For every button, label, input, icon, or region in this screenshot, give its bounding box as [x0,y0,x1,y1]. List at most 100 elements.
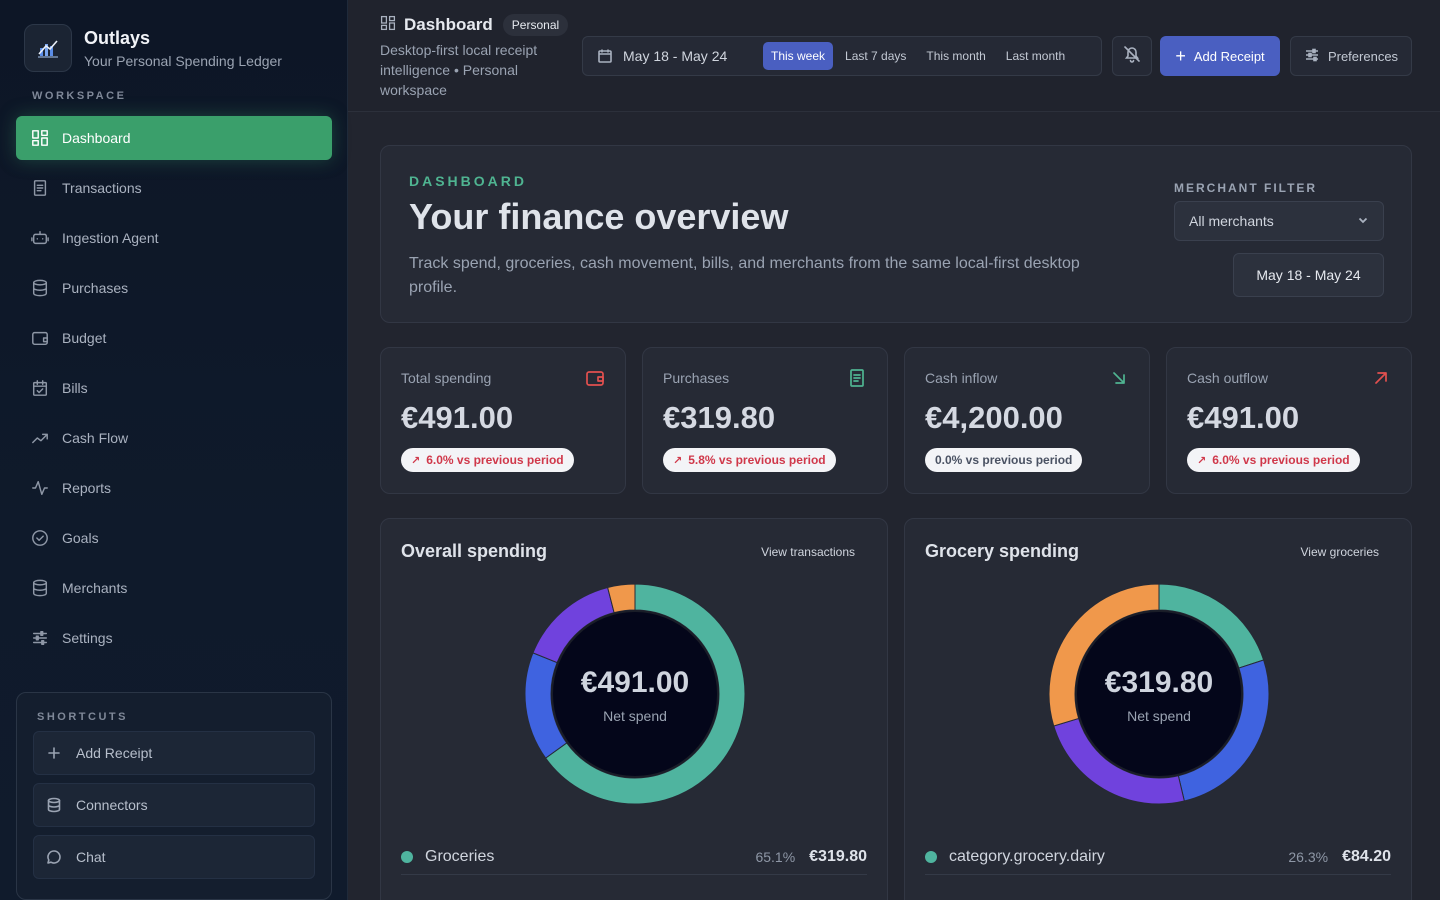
workspace-label: WORKSPACE [32,90,127,102]
sidebar-item-label: Cash Flow [62,430,129,446]
notifications-button[interactable] [1112,36,1152,76]
sidebar-item-goals[interactable]: Goals [16,516,332,560]
panel-title: Grocery spending [925,541,1080,561]
stat-delta-badge: ↗ 5.8% vs previous period [663,448,836,472]
donut-label: Net spend [1127,708,1191,724]
check-circle-icon [30,528,50,548]
grocery-spending-panel: Grocery spending View groceries €319.80 … [904,518,1412,900]
stat-delta: 5.8% vs previous period [688,453,826,467]
arrow-up-right-icon: ↗ [673,454,683,467]
range-tab-this-week[interactable]: This week [763,42,834,70]
hero-description: Track spend, groceries, cash movement, b… [409,255,1080,296]
stat-card-purchases: Purchases €319.80 ↗ 5.8% vs previous per… [642,347,888,494]
sidebar-item-merchants[interactable]: Merchants [16,566,332,610]
stat-value: €319.80 [663,400,776,435]
stat-label: Purchases [663,370,730,386]
shortcuts-label: SHORTCUTS [37,711,128,723]
add-receipt-button[interactable]: + Add Receipt [1160,36,1280,76]
sidebar-item-label: Goals [62,530,99,546]
legend-name: Groceries [425,847,495,865]
arrow-up-right-icon: ↗ [1197,454,1207,467]
calendar-icon [597,48,613,64]
preferences-label: Preferences [1327,48,1399,64]
legend-percent: 26.3% [1288,848,1329,865]
chevron-down-icon [1357,213,1369,229]
page-title-group: Dashboard Personal [380,14,569,36]
sidebar-item-label: Purchases [62,280,129,296]
database-icon [30,278,50,298]
sidebar: Outlays Your Personal Spending Ledger WO… [0,0,348,900]
legend-amount: €319.80 [809,847,867,865]
donut-center: €319.80 Net spend [1075,611,1243,779]
stat-value: €491.00 [1187,400,1300,435]
view-transactions-link[interactable]: View transactions [761,545,855,559]
hero-date-range-button[interactable]: May 18 - May 24 [1233,253,1384,297]
sidebar-nav: Dashboard Transactions Ingestion Agent P… [16,116,332,666]
sidebar-item-bills[interactable]: Bills [16,366,332,410]
dashboard-icon [380,15,404,36]
shortcut-connectors[interactable]: Connectors [33,783,315,827]
page-subtitle: Desktop-first local receipt intelligence… [380,42,538,98]
sidebar-item-ingestion-agent[interactable]: Ingestion Agent [16,216,332,260]
sliders-icon [1304,47,1328,66]
legend-row[interactable]: Groceries 65.1% €319.80 [401,839,867,875]
date-range-selector: May 18 - May 24 This week Last 7 days Th… [582,36,1102,76]
sidebar-item-budget[interactable]: Budget [16,316,332,360]
stat-value: €4,200.00 [925,400,1063,435]
dashboard-icon [30,128,50,148]
shortcut-label: Connectors [76,797,148,813]
preferences-button[interactable]: Preferences [1290,36,1412,76]
sidebar-item-label: Settings [62,630,113,646]
database-icon [46,797,64,813]
sidebar-item-label: Ingestion Agent [62,230,159,246]
legend-dot [401,850,413,863]
arrow-up-right-icon: ↗ [411,454,421,467]
stat-card-cash-outflow: Cash outflow €491.00 ↗ 6.0% vs previous … [1166,347,1412,494]
brand: Outlays Your Personal Spending Ledger [24,24,282,72]
app-title: Outlays [84,27,151,48]
shortcut-chat[interactable]: Chat [33,835,315,879]
legend-row[interactable]: category.grocery.dairy 26.3% €84.20 [925,839,1391,875]
range-tab-last-7-days[interactable]: Last 7 days [837,42,914,70]
plus-icon [46,745,64,761]
shortcut-add-receipt[interactable]: Add Receipt [33,731,315,775]
stat-label: Cash outflow [1187,370,1268,386]
date-range-text[interactable]: May 18 - May 24 [623,48,763,64]
stat-delta: 6.0% vs previous period [426,453,564,467]
range-tab-last-month[interactable]: Last month [998,42,1073,70]
sidebar-item-settings[interactable]: Settings [16,616,332,660]
sidebar-item-reports[interactable]: Reports [16,466,332,510]
sidebar-item-dashboard[interactable]: Dashboard [16,116,332,160]
sidebar-item-cash-flow[interactable]: Cash Flow [16,416,332,460]
range-tab-this-month[interactable]: This month [918,42,993,70]
plus-icon: + [1175,46,1186,66]
hero-title: Your finance overview [409,196,789,237]
merchant-filter-select[interactable]: All merchants [1174,201,1384,241]
merchant-filter-value: All merchants [1189,213,1274,229]
stat-label: Total spending [401,370,492,386]
stat-delta: 0.0% vs previous period [935,453,1073,467]
arrow-down-right-icon [1109,368,1129,388]
stat-delta-badge: ↗ 6.0% vs previous period [401,448,574,472]
calendar-check-icon [30,378,50,398]
view-groceries-link[interactable]: View groceries [1301,545,1379,559]
page-title: Dashboard [404,15,493,34]
overall-spending-panel: Overall spending View transactions €491.… [380,518,888,900]
activity-icon [30,478,50,498]
panel-title: Overall spending [401,541,548,561]
stat-value: €491.00 [401,400,514,435]
chat-bubble-icon [46,849,64,865]
sidebar-item-label: Transactions [62,180,142,196]
overview-hero: DASHBOARD Your finance overview Track sp… [380,145,1412,323]
sidebar-item-transactions[interactable]: Transactions [16,166,332,210]
donut-label: Net spend [603,708,667,724]
donut-value: €491.00 [580,666,690,699]
stat-card-cash-inflow: Cash inflow €4,200.00 0.0% vs previous p… [904,347,1150,494]
workspace-badge: Personal [502,14,569,36]
receipt-icon [30,178,50,198]
sliders-icon [30,628,50,648]
stat-delta: 6.0% vs previous period [1212,453,1350,467]
wallet-icon [30,328,50,348]
robot-icon [30,228,50,248]
sidebar-item-purchases[interactable]: Purchases [16,266,332,310]
